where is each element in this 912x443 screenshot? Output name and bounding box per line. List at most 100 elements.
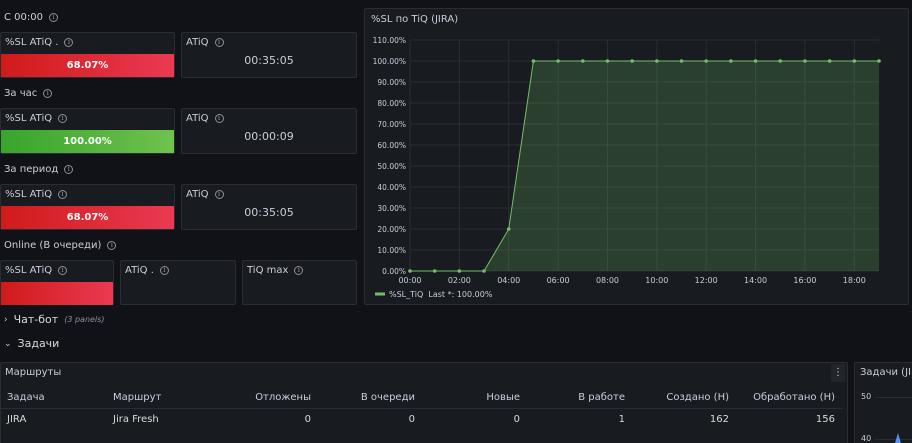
y-tick-label: 40.00% — [377, 183, 406, 192]
data-point — [704, 59, 709, 63]
y-tick-label: 0.00% — [382, 267, 406, 276]
panel-menu-icon[interactable]: ⋮ — [831, 364, 845, 382]
data-point — [877, 59, 881, 63]
column-header[interactable]: Обработано (H) — [753, 392, 835, 403]
sl-tiq-chart: 0.00% 10.00% 20.00% 30.00% 40.00% 50.00% 60.00… — [373, 36, 881, 299]
stat-panel-sl-period[interactable]: %SL ATiQ i 68.07% — [0, 184, 175, 230]
info-icon[interactable]: i — [58, 114, 68, 123]
table-cell: 0 — [513, 414, 520, 425]
data-point — [679, 59, 684, 63]
data-point — [605, 59, 610, 63]
info-icon[interactable]: i — [43, 89, 53, 98]
y-tick-label: 20.00% — [377, 225, 406, 234]
x-tick-label: 12:00 — [695, 276, 718, 285]
info-icon[interactable]: i — [64, 38, 74, 47]
chevron-right-icon: › — [4, 314, 8, 325]
data-point — [630, 59, 634, 63]
info-icon[interactable]: i — [214, 114, 224, 123]
data-point — [432, 269, 437, 273]
y-tick-label: 40 — [861, 434, 872, 443]
group-title-hour: За час i — [4, 88, 53, 99]
x-tick-label: 02:00 — [448, 276, 471, 285]
column-header[interactable]: Новые — [486, 392, 520, 403]
y-tick-label: 50 — [861, 392, 872, 401]
atiq-value: 00:00:09 — [244, 130, 294, 143]
data-point — [729, 59, 733, 63]
header-divider — [1, 408, 843, 409]
data-point — [778, 59, 783, 63]
y-tick-label: 100.00% — [373, 57, 406, 66]
group-title-online: Online (В очереди) i — [4, 240, 117, 251]
sl-value-bar — [1, 282, 113, 305]
data-point — [753, 59, 758, 63]
info-icon[interactable]: i — [64, 165, 74, 174]
data-point — [408, 269, 412, 273]
column-header[interactable]: Отложены — [255, 392, 311, 403]
row-chatbot[interactable]: › Чат-бот (3 panels) — [4, 313, 104, 326]
series-spike — [895, 433, 901, 443]
info-icon[interactable]: i — [159, 266, 169, 275]
routes-panel-title: Маршруты — [5, 367, 62, 378]
column-header[interactable]: Маршрут — [113, 392, 161, 403]
info-icon[interactable]: i — [58, 190, 68, 199]
data-point — [852, 59, 857, 63]
table-cell: 0 — [304, 414, 311, 425]
x-tick-label: 10:00 — [645, 276, 668, 285]
x-tick-label: 04:00 — [497, 276, 520, 285]
legend-label: %SL_TiQ Last *: 100.00% — [389, 290, 493, 299]
data-point — [827, 59, 832, 63]
info-icon[interactable]: i — [58, 266, 68, 275]
data-point — [556, 59, 560, 63]
row-tasks[interactable]: ⌄ Задачи — [4, 337, 59, 350]
x-tick-label: 08:00 — [596, 276, 619, 285]
y-tick-label: 10.00% — [377, 246, 406, 255]
y-tick-label: 50.00% — [377, 162, 406, 171]
info-icon[interactable]: i — [294, 266, 304, 275]
column-header[interactable]: Задача — [7, 392, 45, 403]
info-icon[interactable]: i — [214, 38, 224, 47]
gridline — [875, 397, 912, 398]
tasks-panel-title: Задачи (JIRA) — [860, 367, 912, 378]
data-point — [506, 227, 511, 231]
y-tick-label: 90.00% — [377, 78, 406, 87]
column-header[interactable]: В очереди — [361, 392, 415, 403]
sl-value-bar: 100.00% — [1, 130, 174, 153]
stat-panel-tiqmax-online[interactable]: TiQ max i — [242, 260, 357, 305]
stat-panel-sl-hour[interactable]: %SL ATiQ i 100.00% — [0, 108, 175, 154]
chart-panel-sl-tiq[interactable]: %SL по TiQ (JIRA) 0.00% 10.00% 20.00% 30.00… — [364, 8, 909, 305]
table-cell: JIRA — [7, 414, 27, 425]
data-point — [482, 269, 486, 273]
tasks-chart-panel[interactable]: Задачи (JIRA) 50 40 — [854, 362, 912, 443]
stat-panel-sl-online[interactable]: %SL ATiQ i — [0, 260, 114, 305]
table-cell: 162 — [709, 414, 729, 425]
y-tick-label: 60.00% — [377, 141, 406, 150]
gridline — [875, 439, 912, 440]
info-icon[interactable]: i — [48, 13, 58, 22]
column-header[interactable]: Создано (H) — [666, 392, 729, 403]
data-point — [531, 59, 536, 63]
stat-panel-atiq-c0000[interactable]: ATiQ i 00:35:05 — [181, 32, 357, 78]
x-tick-label: 14:00 — [744, 276, 767, 285]
data-point — [655, 59, 659, 63]
stat-panel-atiq-hour[interactable]: ATiQ i 00:00:09 — [181, 108, 357, 154]
info-icon[interactable]: i — [214, 190, 224, 199]
sl-value-bar: 68.07% — [1, 206, 174, 229]
info-icon[interactable]: i — [107, 241, 117, 250]
table-cell: 1 — [618, 414, 625, 425]
data-point — [803, 59, 807, 63]
y-tick-label: 80.00% — [377, 99, 406, 108]
x-tick-label: 16:00 — [793, 276, 816, 285]
x-tick-label: 18:00 — [843, 276, 866, 285]
atiq-value: 00:35:05 — [244, 54, 294, 67]
table-cell: 156 — [815, 414, 835, 425]
stat-panel-sl-c0000[interactable]: %SL ATiQ .i 68.07% — [0, 32, 175, 78]
column-header[interactable]: В работе — [578, 392, 625, 403]
table-cell: 0 — [408, 414, 415, 425]
routes-table-panel[interactable]: Маршруты ⋮ Задача Маршрут Отложены В очеред… — [0, 362, 848, 443]
group-title-c0000: С 00:00 i — [4, 12, 58, 23]
data-point — [457, 269, 462, 273]
atiq-value: 00:35:05 — [244, 206, 294, 219]
stat-panel-atiq-online[interactable]: ATiQ .i — [120, 260, 236, 305]
stat-panel-atiq-period[interactable]: ATiQ i 00:35:05 — [181, 184, 357, 230]
y-tick-label: 110.00% — [373, 36, 406, 45]
